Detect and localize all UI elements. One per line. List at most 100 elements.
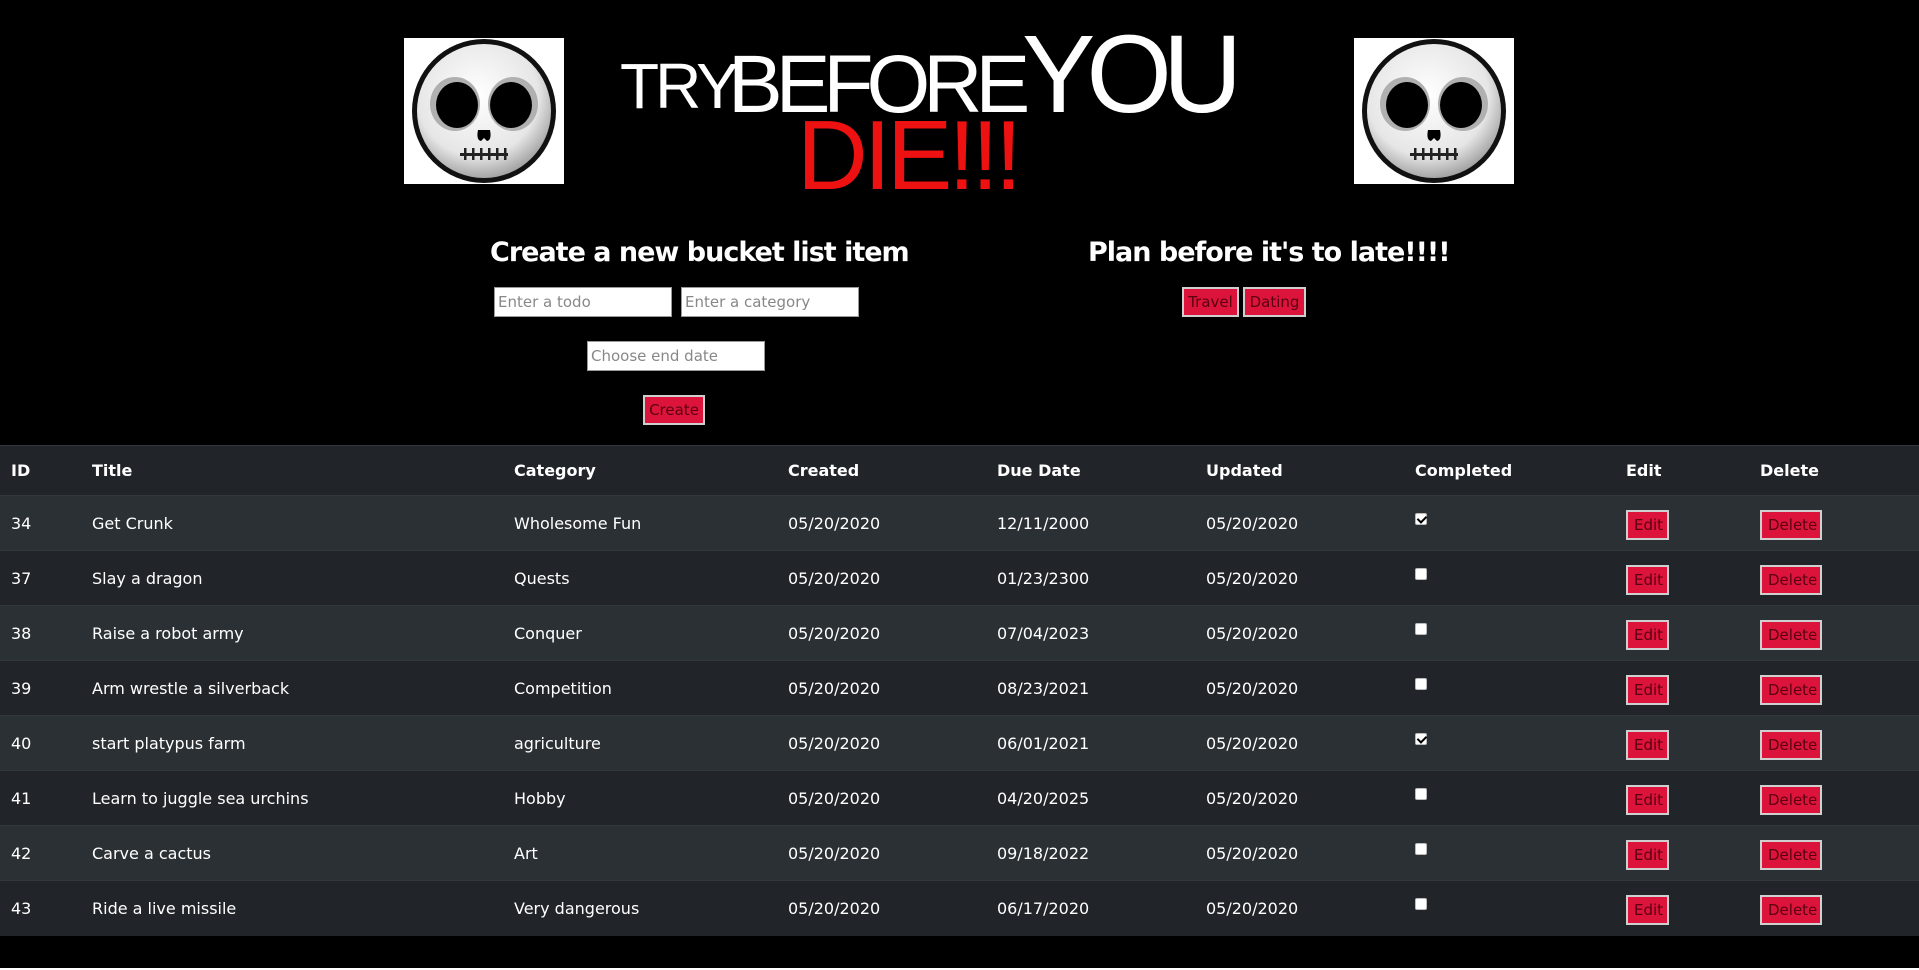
cell-due-date: 12/11/2000 (986, 495, 1195, 551)
delete-button[interactable]: Delete (1760, 730, 1822, 760)
table-header-row: ID Title Category Created Due Date Updat… (0, 445, 1919, 496)
cell-title: Arm wrestle a silverback (81, 660, 503, 716)
cell-due-date: 08/23/2021 (986, 660, 1195, 716)
cell-created: 05/20/2020 (777, 495, 986, 551)
cell-category: Quests (503, 550, 777, 606)
cell-id: 42 (0, 825, 81, 881)
title-die: DIE!!! (797, 100, 1022, 210)
cell-created: 05/20/2020 (777, 660, 986, 716)
cell-created: 05/20/2020 (777, 825, 986, 881)
header-due-date: Due Date (986, 445, 1195, 496)
table-row: 43 Ride a live missile Very dangerous 05/20… (0, 880, 1919, 936)
delete-button[interactable]: Delete (1760, 895, 1822, 926)
cell-due-date: 07/04/2023 (986, 605, 1195, 661)
site-title: TRY BEFORE YOU (620, 14, 1242, 130)
cell-id: 37 (0, 550, 81, 606)
completed-checkbox[interactable] (1415, 732, 1427, 745)
cell-delete: Delete (1749, 825, 1919, 881)
table-row: 37 Slay a dragon Quests 05/20/2020 01/23/230… (0, 550, 1919, 606)
cell-updated: 05/20/2020 (1195, 770, 1404, 826)
skull-icon (404, 38, 564, 184)
cell-category: Hobby (503, 770, 777, 826)
completed-checkbox[interactable] (1415, 677, 1427, 690)
delete-button[interactable]: Delete (1760, 510, 1822, 540)
cell-edit: Edit (1615, 880, 1749, 936)
end-date-input[interactable] (587, 341, 765, 371)
cell-completed (1404, 550, 1615, 606)
category-input[interactable] (681, 287, 859, 317)
header-edit: Edit (1615, 445, 1749, 496)
cell-completed (1404, 880, 1615, 936)
header-category: Category (503, 445, 777, 496)
title-you: YOU (1022, 13, 1242, 136)
cell-category: Competition (503, 660, 777, 716)
cell-delete: Delete (1749, 660, 1919, 716)
create-button[interactable]: Create (643, 395, 705, 425)
cell-title: Raise a robot army (81, 605, 503, 661)
delete-button[interactable]: Delete (1760, 675, 1822, 705)
delete-button[interactable]: Delete (1760, 785, 1822, 815)
cell-category: Wholesome Fun (503, 495, 777, 551)
cell-edit: Edit (1615, 550, 1749, 606)
cell-due-date: 04/20/2025 (986, 770, 1195, 826)
skull-icon (1354, 38, 1514, 184)
completed-checkbox[interactable] (1415, 567, 1427, 580)
cell-edit: Edit (1615, 495, 1749, 551)
page-header: TRY BEFORE YOU DIE!!! (0, 0, 1919, 210)
cell-created: 05/20/2020 (777, 605, 986, 661)
header-id: ID (0, 445, 81, 496)
delete-button[interactable]: Delete (1760, 565, 1822, 595)
todo-input[interactable] (494, 287, 672, 317)
cell-category: Conquer (503, 605, 777, 661)
cell-created: 05/20/2020 (777, 715, 986, 771)
dating-button[interactable]: Dating (1243, 287, 1306, 317)
delete-button[interactable]: Delete (1760, 620, 1822, 650)
cell-category: agriculture (503, 715, 777, 771)
travel-button[interactable]: Travel (1182, 287, 1239, 317)
bucket-list-table-container: ID Title Category Created Due Date Updat… (0, 445, 1919, 936)
edit-button[interactable]: Edit (1626, 565, 1669, 595)
cell-id: 39 (0, 660, 81, 716)
cell-title: start platypus farm (81, 715, 503, 771)
cell-created: 05/20/2020 (777, 550, 986, 606)
cell-id: 40 (0, 715, 81, 771)
create-form-heading: Create a new bucket list item (490, 237, 910, 268)
header-title: Title (81, 445, 503, 496)
cell-delete: Delete (1749, 495, 1919, 551)
cell-id: 43 (0, 880, 81, 936)
cell-category: Very dangerous (503, 880, 777, 936)
cell-category: Art (503, 825, 777, 881)
completed-checkbox[interactable] (1415, 897, 1427, 910)
cell-updated: 05/20/2020 (1195, 495, 1404, 551)
delete-button[interactable]: Delete (1760, 840, 1822, 870)
edit-button[interactable]: Edit (1626, 895, 1669, 926)
cell-delete: Delete (1749, 715, 1919, 771)
edit-button[interactable]: Edit (1626, 620, 1669, 650)
completed-checkbox[interactable] (1415, 787, 1427, 800)
cell-updated: 05/20/2020 (1195, 825, 1404, 881)
edit-button[interactable]: Edit (1626, 730, 1669, 760)
table-row: 38 Raise a robot army Conquer 05/20/2020 07/… (0, 605, 1919, 661)
cell-created: 05/20/2020 (777, 880, 986, 936)
completed-checkbox[interactable] (1415, 842, 1427, 855)
header-updated: Updated (1195, 445, 1404, 496)
cell-edit: Edit (1615, 660, 1749, 716)
edit-button[interactable]: Edit (1626, 785, 1669, 815)
edit-button[interactable]: Edit (1626, 840, 1669, 870)
cell-completed (1404, 660, 1615, 716)
cell-title: Slay a dragon (81, 550, 503, 606)
table-row: 34 Get Crunk Wholesome Fun 05/20/2020 12/11/… (0, 495, 1919, 551)
header-delete: Delete (1749, 445, 1919, 496)
edit-button[interactable]: Edit (1626, 675, 1669, 705)
cell-due-date: 01/23/2300 (986, 550, 1195, 606)
table-body: 34 Get Crunk Wholesome Fun 05/20/2020 12/11/… (0, 495, 1919, 936)
bucket-list-table: ID Title Category Created Due Date Updat… (0, 445, 1919, 936)
edit-button[interactable]: Edit (1626, 510, 1669, 540)
cell-edit: Edit (1615, 770, 1749, 826)
cell-updated: 05/20/2020 (1195, 880, 1404, 936)
completed-checkbox[interactable] (1415, 622, 1427, 635)
cell-completed (1404, 495, 1615, 551)
cell-title: Ride a live missile (81, 880, 503, 936)
cell-id: 41 (0, 770, 81, 826)
completed-checkbox[interactable] (1415, 512, 1427, 525)
